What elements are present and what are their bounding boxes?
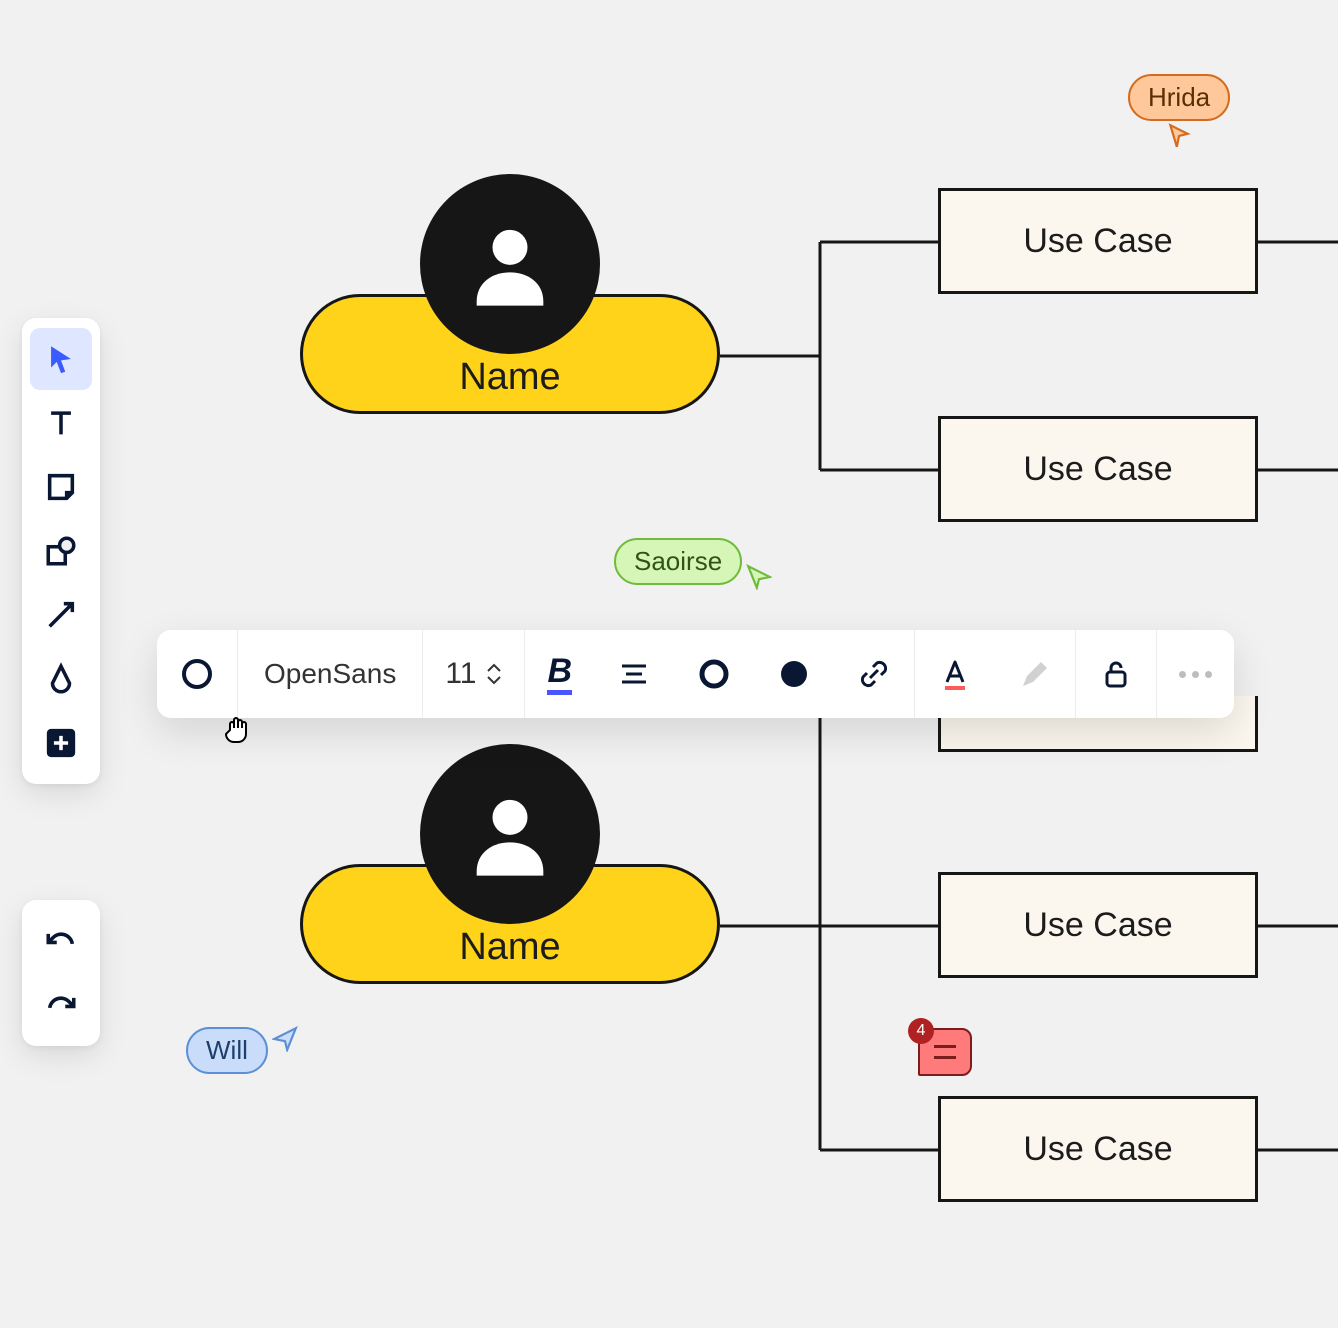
unlock-icon xyxy=(1098,656,1134,692)
link-icon xyxy=(856,656,892,692)
diagram-canvas[interactable]: Name Name Use Case Use Case Use Case Use… xyxy=(0,0,1338,1328)
usecase-node[interactable]: Use Case xyxy=(938,872,1258,978)
pointer-icon xyxy=(44,342,78,376)
bold-button[interactable]: B xyxy=(525,630,594,718)
bold-icon: B xyxy=(547,654,572,695)
undo-icon xyxy=(44,924,78,958)
more-menu-button[interactable] xyxy=(1157,630,1234,718)
actor-label[interactable]: Name xyxy=(459,926,560,969)
usecase-label: Use Case xyxy=(1023,906,1172,945)
pencil-icon xyxy=(1017,656,1053,692)
usecase-label: Use Case xyxy=(1023,1130,1172,1169)
lock-button[interactable] xyxy=(1076,630,1156,718)
presence-label: Hrida xyxy=(1128,74,1230,121)
align-icon xyxy=(616,656,652,692)
border-color-button[interactable] xyxy=(674,630,754,718)
actor-node[interactable]: Name xyxy=(300,294,720,414)
presence-cursor-saoirse: Saoirse xyxy=(614,538,772,590)
usecase-node[interactable]: Use Case xyxy=(938,416,1258,522)
presence-cursor-will: Will xyxy=(186,1024,298,1074)
actor-label[interactable]: Name xyxy=(459,356,560,399)
font-family-select[interactable]: OpenSans xyxy=(238,630,422,718)
more-icon xyxy=(1179,671,1212,678)
presence-label: Saoirse xyxy=(614,538,742,585)
font-size-control[interactable]: 11 xyxy=(423,630,524,718)
text-color-icon xyxy=(937,656,973,692)
comment-icon xyxy=(934,1045,956,1059)
add-tool[interactable] xyxy=(30,712,92,774)
pen-icon xyxy=(44,662,78,696)
fill-color-button[interactable] xyxy=(754,630,834,718)
arrow-tool[interactable] xyxy=(30,584,92,646)
sticky-note-icon xyxy=(44,470,78,504)
pointer-tool[interactable] xyxy=(30,328,92,390)
align-button[interactable] xyxy=(594,630,674,718)
link-button[interactable] xyxy=(834,630,914,718)
shape-toolbar xyxy=(22,318,100,784)
font-family-value: OpenSans xyxy=(264,658,396,690)
comment-thread-chip[interactable]: 4 xyxy=(918,1028,972,1076)
shapes-icon xyxy=(44,534,78,568)
plus-icon xyxy=(44,726,78,760)
font-size-up-icon[interactable] xyxy=(486,663,502,673)
shapes-tool[interactable] xyxy=(30,520,92,582)
usecase-label: Use Case xyxy=(1023,222,1172,261)
redo-button[interactable] xyxy=(30,974,92,1036)
actor-avatar-icon xyxy=(420,744,600,924)
circle-filled-icon xyxy=(776,656,812,692)
text-color-button[interactable] xyxy=(915,630,995,718)
usecase-node[interactable]: Use Case xyxy=(938,1096,1258,1202)
undo-button[interactable] xyxy=(30,910,92,972)
usecase-label: Use Case xyxy=(1023,450,1172,489)
text-tool[interactable] xyxy=(30,392,92,454)
font-size-value: 11 xyxy=(445,657,476,691)
text-icon xyxy=(44,406,78,440)
arrow-icon xyxy=(44,598,78,632)
format-toolbar[interactable]: OpenSans 11 B xyxy=(157,630,1234,718)
highlight-button[interactable] xyxy=(995,630,1075,718)
history-toolbar xyxy=(22,900,100,1046)
pen-tool[interactable] xyxy=(30,648,92,710)
comment-count-badge: 4 xyxy=(908,1018,934,1044)
redo-icon xyxy=(44,988,78,1022)
font-size-down-icon[interactable] xyxy=(486,675,502,685)
presence-label: Will xyxy=(186,1027,268,1074)
hand-cursor-icon xyxy=(222,712,256,746)
stroke-style-button[interactable] xyxy=(157,630,237,718)
actor-node[interactable]: Name xyxy=(300,864,720,984)
sticky-note-tool[interactable] xyxy=(30,456,92,518)
actor-avatar-icon xyxy=(420,174,600,354)
presence-cursor-hrida: Hrida xyxy=(1128,74,1230,149)
usecase-node[interactable]: Use Case xyxy=(938,188,1258,294)
circle-outline-icon xyxy=(696,656,732,692)
